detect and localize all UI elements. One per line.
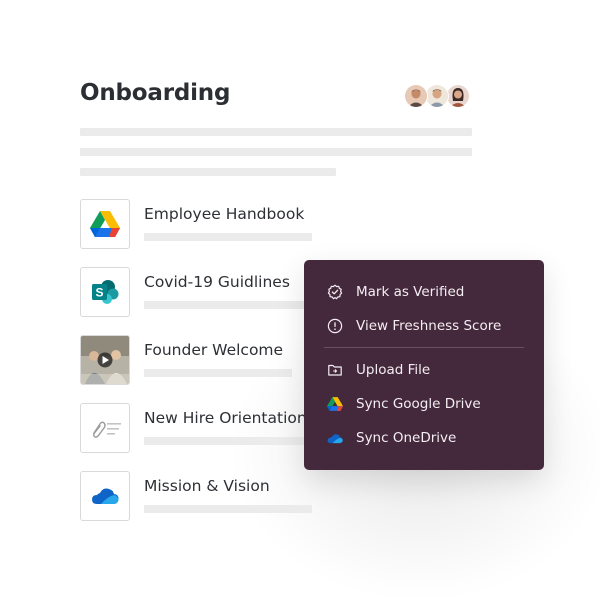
document-row-employee-handbook[interactable]: Employee Handbook — [80, 199, 380, 249]
menu-item-sync-onedrive[interactable]: Sync OneDrive — [326, 426, 526, 450]
description-placeholder-line — [80, 148, 472, 156]
menu-item-mark-as-verified[interactable]: Mark as Verified — [326, 280, 526, 304]
menu-divider — [324, 347, 524, 348]
menu-item-upload-file[interactable]: Upload File — [326, 358, 526, 382]
menu-item-label: Upload File — [356, 362, 431, 378]
context-menu: Mark as Verified View Freshness Score Up… — [304, 260, 544, 470]
video-thumbnail[interactable] — [80, 335, 130, 385]
attachment-icon — [80, 403, 130, 453]
folder-icon — [326, 361, 344, 379]
document-row-mission-vision[interactable]: Mission & Vision — [80, 471, 380, 521]
info-icon — [326, 317, 344, 335]
svg-text:S: S — [95, 286, 103, 300]
sharepoint-icon: S — [80, 267, 130, 317]
document-title: Founder Welcome — [144, 341, 284, 359]
document-meta-placeholder — [144, 369, 292, 377]
document-title: New Hire Orientation — [144, 409, 307, 427]
document-meta-placeholder — [144, 437, 312, 445]
avatar[interactable] — [446, 84, 470, 108]
menu-item-label: Mark as Verified — [356, 284, 465, 300]
document-title: Mission & Vision — [144, 477, 270, 495]
verified-badge-icon — [326, 283, 344, 301]
page-title: Onboarding — [80, 80, 231, 106]
menu-item-label: Sync OneDrive — [356, 430, 457, 446]
document-meta-placeholder — [144, 301, 312, 309]
onedrive-icon — [326, 429, 344, 447]
description-placeholder-line — [80, 128, 472, 136]
menu-item-label: Sync Google Drive — [356, 396, 481, 412]
menu-item-label: View Freshness Score — [356, 318, 502, 334]
avatar[interactable] — [425, 84, 449, 108]
onedrive-icon — [80, 471, 130, 521]
document-title: Covid-19 Guidlines — [144, 273, 290, 291]
google-drive-icon — [326, 395, 344, 413]
google-drive-icon — [80, 199, 130, 249]
menu-item-view-freshness-score[interactable]: View Freshness Score — [326, 314, 526, 338]
document-meta-placeholder — [144, 233, 312, 241]
document-title: Employee Handbook — [144, 205, 305, 223]
description-placeholder-line — [80, 168, 336, 176]
document-meta-placeholder — [144, 505, 312, 513]
avatar[interactable] — [404, 84, 428, 108]
menu-item-sync-google-drive[interactable]: Sync Google Drive — [326, 392, 526, 416]
